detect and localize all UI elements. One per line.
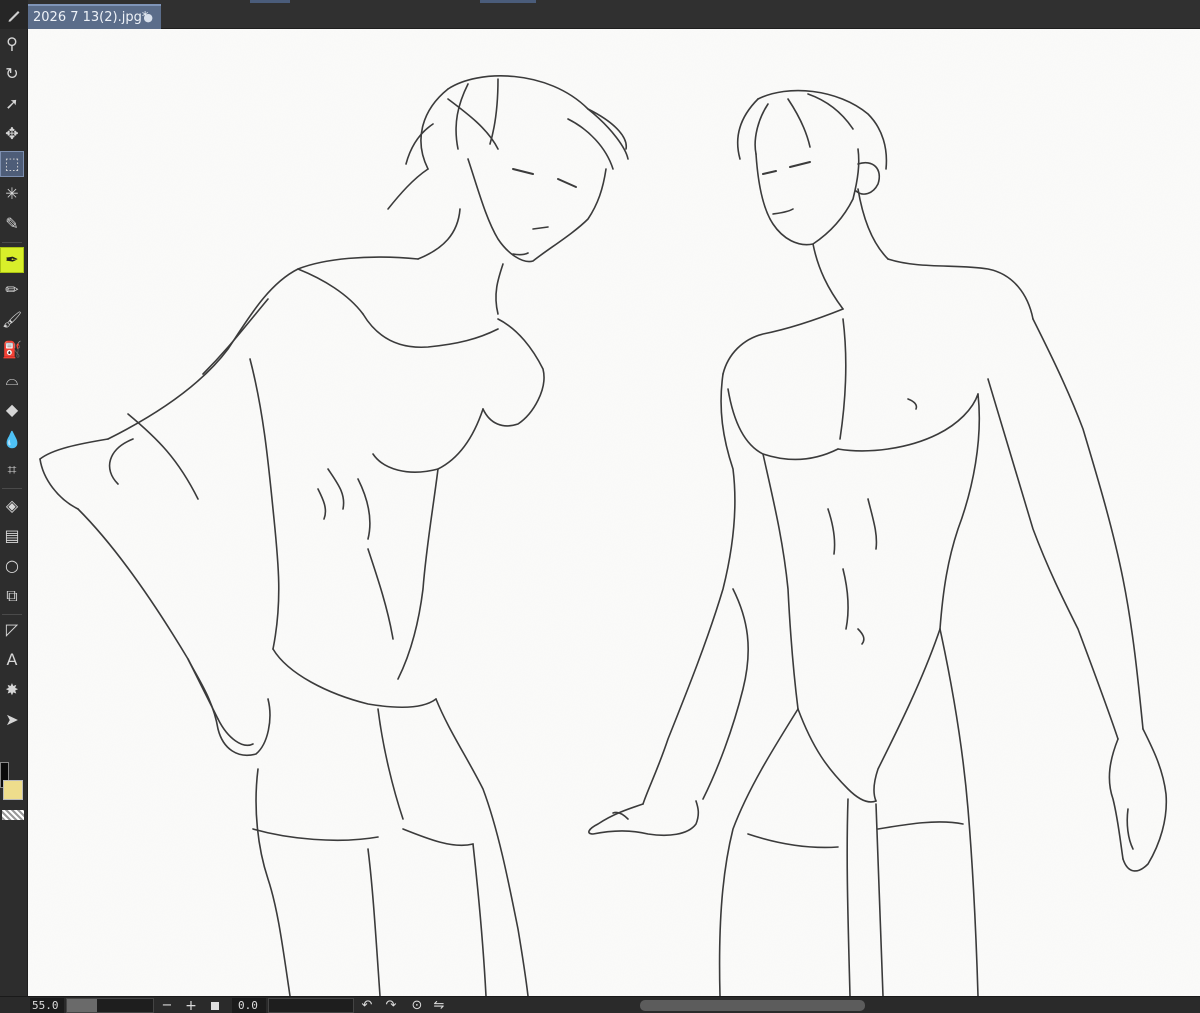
pen-corner-icon	[0, 0, 28, 29]
gradient-tool-button[interactable]: ▤	[0, 523, 24, 549]
tool-separator	[2, 488, 22, 489]
selection-icon: ⬚	[4, 154, 20, 173]
brush-tool-button[interactable]: 🖌	[0, 307, 24, 333]
zoom-value-field[interactable]: 55.0	[30, 998, 64, 1013]
eraser-tool-button[interactable]: ◆	[0, 397, 24, 423]
tool-separator	[2, 242, 22, 243]
selection-tool-button[interactable]: ⬚	[0, 151, 24, 177]
text-tool-button[interactable]: A	[0, 647, 24, 673]
zoom-slider-fill	[67, 999, 97, 1012]
unsaved-indicator-icon: ●	[143, 11, 153, 24]
text-icon: A	[6, 650, 18, 669]
balloon-tool-button[interactable]: ✸	[0, 677, 24, 703]
frame-border-tool-button[interactable]: ⧉	[0, 583, 24, 609]
ruler-tool-button[interactable]: ◸	[0, 617, 24, 643]
reset-rotation-button[interactable]: ⊙	[408, 998, 426, 1013]
rotate-left-button[interactable]: ↶	[360, 998, 374, 1013]
document-tab-bar: 2026 7 13(2).jpg* ●	[0, 0, 1200, 29]
sketch-artwork	[28, 29, 1200, 996]
blend-icon: 💧	[2, 430, 22, 449]
rotate-view-tool-button[interactable]: ↻	[0, 61, 24, 87]
operation-tool-button[interactable]: ➚	[0, 91, 24, 117]
auto-select-tool-button[interactable]: ✳	[0, 181, 24, 207]
transparent-color-swatch[interactable]	[2, 810, 24, 820]
airbrush-tool-button[interactable]: ⛽	[0, 337, 24, 363]
pencil-tool-button[interactable]: ✏	[0, 277, 24, 303]
ruler-icon: ◸	[5, 620, 19, 639]
blend-tool-button[interactable]: 💧	[0, 427, 24, 453]
sub-color-swatch[interactable]	[3, 780, 23, 800]
zoom-tool-button[interactable]: ⚲	[0, 31, 24, 57]
brush-icon: 🖌	[1, 310, 23, 329]
rotation-angle-field[interactable]: 0.0	[232, 998, 266, 1013]
zoom-icon: ⚲	[6, 34, 18, 53]
tool-palette: ⚲ ↻ ➚ ✥ ⬚ ✳ ✎ ✒ ✏ 🖌 ⛽ ⌓ ◆ 💧 ⌗ ◈ ▤ ○ ⧉ ◸ A ✸ ➤	[0, 29, 28, 996]
move-layer-icon: ✥	[5, 124, 19, 143]
zoom-in-button[interactable]: +	[184, 998, 198, 1013]
move-layer-tool-button[interactable]: ✥	[0, 121, 24, 147]
perspective-tool-button[interactable]: ⌗	[0, 457, 24, 483]
decoration-tool-button[interactable]: ⌓	[0, 367, 24, 393]
gradient-icon: ▤	[4, 526, 20, 545]
airbrush-icon: ⛽	[2, 340, 22, 359]
pen-tool-button[interactable]: ✒	[0, 247, 24, 273]
pencil-icon: ✏	[5, 280, 19, 299]
figure-tool-button[interactable]: ○	[0, 553, 24, 579]
balloon-icon: ✸	[5, 680, 19, 699]
rotate-right-button[interactable]: ↷	[384, 998, 398, 1013]
fill-icon: ◈	[5, 496, 19, 515]
tool-separator	[2, 614, 22, 615]
frame-border-icon: ⧉	[6, 586, 18, 605]
document-tab[interactable]: 2026 7 13(2).jpg* ●	[28, 4, 161, 29]
square-icon	[211, 1001, 219, 1010]
eyedropper-icon: ✎	[5, 214, 19, 233]
figure-icon: ○	[5, 556, 19, 575]
fit-to-window-button[interactable]	[209, 998, 221, 1013]
auto-select-icon: ✳	[5, 184, 19, 203]
status-bar: 55.0 − + 0.0 ↶ ↷ ⊙ ⇋	[0, 996, 1200, 1013]
tab-strip-accent	[480, 0, 536, 3]
correct-line-icon: ➤	[5, 710, 19, 729]
app-window: 2026 7 13(2).jpg* ● ⚲ ↻ ➚ ✥ ⬚ ✳ ✎ ✒ ✏ 🖌 ⛽ ⌓ ◆ 💧 ⌗ ◈ ▤ ○ ⧉ ◸…	[0, 0, 1200, 1013]
decoration-icon: ⌓	[5, 370, 19, 389]
tab-strip-accent	[250, 0, 290, 3]
pen-icon: ✒	[5, 250, 19, 269]
perspective-icon: ⌗	[7, 460, 17, 479]
operation-icon: ➚	[5, 94, 19, 113]
fill-tool-button[interactable]: ◈	[0, 493, 24, 519]
flip-horizontal-button[interactable]: ⇋	[432, 998, 446, 1013]
drawing-canvas[interactable]	[28, 29, 1200, 996]
eraser-icon: ◆	[5, 400, 19, 419]
document-tab-title: 2026 7 13(2).jpg*	[33, 10, 149, 25]
eyedropper-tool-button[interactable]: ✎	[0, 211, 24, 237]
rotate-view-icon: ↻	[5, 64, 19, 83]
horizontal-scrollbar[interactable]	[640, 1000, 865, 1011]
zoom-out-button[interactable]: −	[160, 998, 174, 1013]
rotation-slider[interactable]	[268, 998, 354, 1013]
zoom-slider[interactable]	[66, 998, 154, 1013]
correct-line-tool-button[interactable]: ➤	[0, 707, 24, 733]
